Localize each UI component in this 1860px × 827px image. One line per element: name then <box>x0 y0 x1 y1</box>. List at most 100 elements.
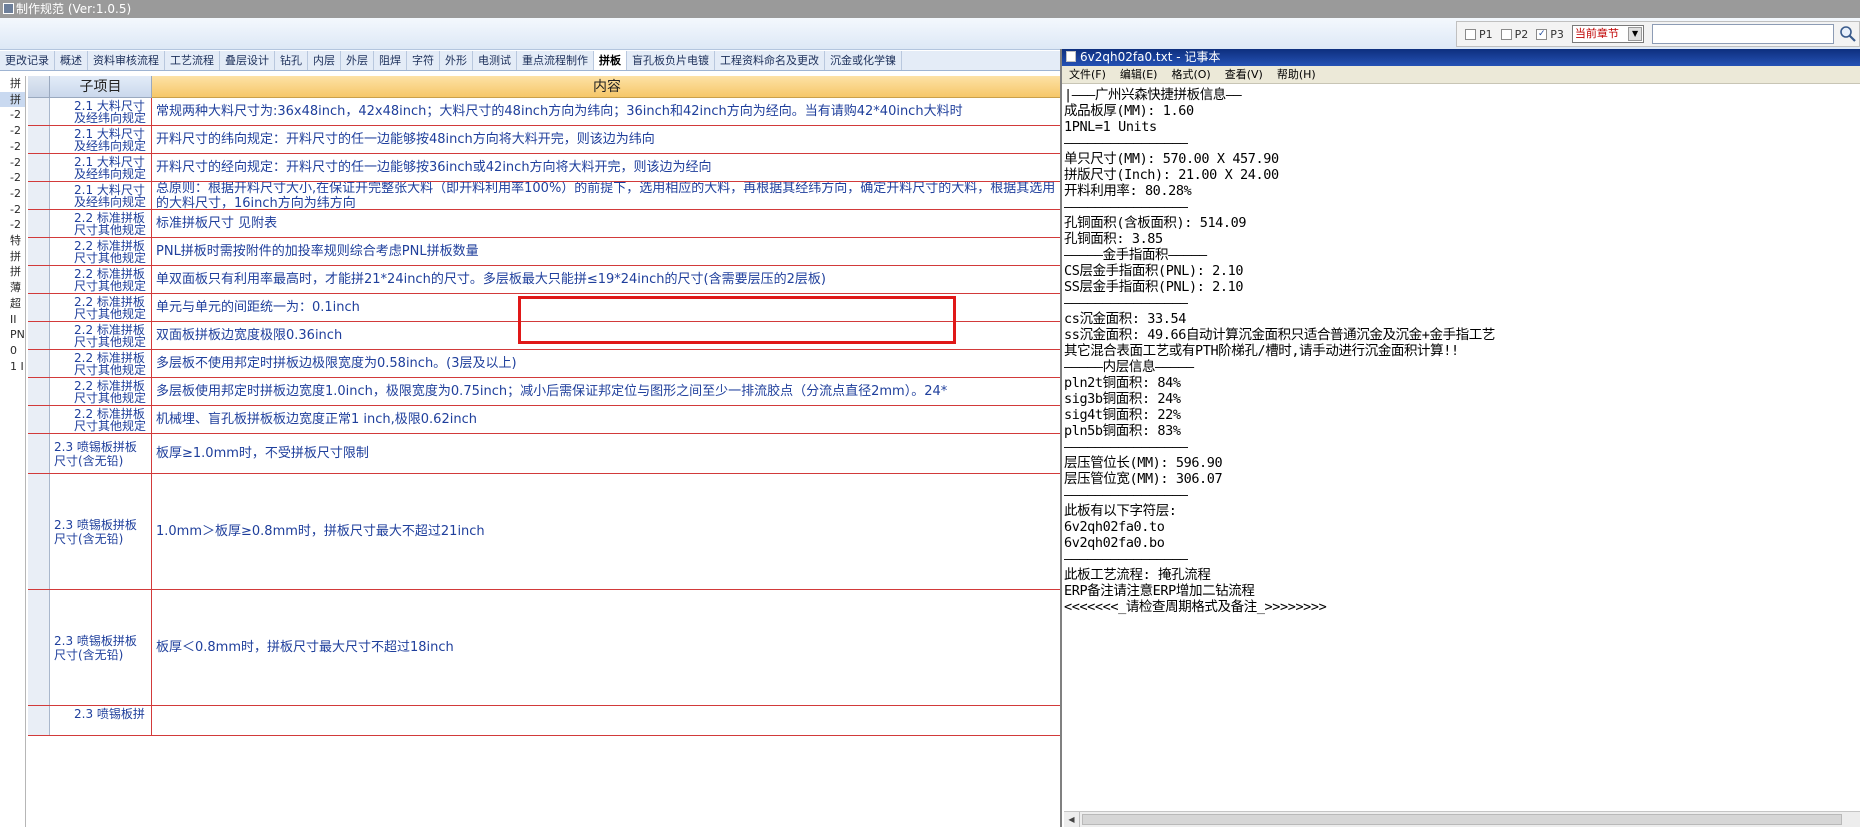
cell-content[interactable]: 总原则：根据开料尺寸大小,在保证开完整张大料（即开料利用率100%）的前提下，选… <box>152 182 1062 209</box>
cell-content[interactable]: 机械埋、盲孔板拼板板边宽度正常1 inch,极限0.62inch <box>152 406 1062 433</box>
tab-item[interactable]: 拼板 <box>594 51 627 70</box>
cell-content[interactable]: 标准拼板尺寸 见附表 <box>152 210 1062 237</box>
cell-sub-item[interactable]: 2.3 喷锡板拼板尺寸(含无铅) <box>50 590 152 705</box>
cell-content[interactable]: 板厚＜0.8mm时，拼板尺寸最大尺寸不超过18inch <box>152 590 1062 705</box>
search-input[interactable] <box>1652 24 1834 44</box>
table-row[interactable]: 2.3 喷锡板拼 <box>28 706 1062 736</box>
cell-sub-item[interactable]: 2.2 标准拼板尺寸其他规定 <box>50 238 152 265</box>
tree-item[interactable]: -2 <box>0 107 25 123</box>
table-row[interactable]: 2.3 喷锡板拼板尺寸(含无铅) 板厚＜0.8mm时，拼板尺寸最大尺寸不超过18i… <box>28 590 1062 706</box>
cell-content[interactable]: 单双面板只有利用率最高时，才能拼21*24inch的尺寸。多层板最大只能拼≤19… <box>152 266 1062 293</box>
table-row[interactable]: 2.2 标准拼板尺寸其他规定 单双面板只有利用率最高时，才能拼21*24inch的… <box>28 266 1062 294</box>
table-row[interactable]: 2.3 喷锡板拼板尺寸(含无铅) 1.0mm＞板厚≥0.8mm时，拼板尺寸最大不超… <box>28 474 1062 590</box>
tab-item[interactable]: 外层 <box>341 51 374 70</box>
page-checkbox-p2[interactable]: P2 <box>1500 28 1528 41</box>
notepad-menu-item[interactable]: 查看(V) <box>1218 66 1270 83</box>
row-header[interactable] <box>28 210 50 237</box>
page-checkbox-p1[interactable]: P1 <box>1465 28 1493 41</box>
row-header[interactable] <box>28 590 50 705</box>
search-button[interactable] <box>1838 23 1859 45</box>
cell-sub-item[interactable]: 2.2 标准拼板尺寸其他规定 <box>50 266 152 293</box>
tab-item[interactable]: 盲孔板负片电镀 <box>627 51 715 70</box>
checkbox-box[interactable]: ✓ <box>1536 28 1548 40</box>
tab-item[interactable]: 更改记录 <box>0 51 55 70</box>
table-row[interactable]: 2.1 大料尺寸及经纬向规定 常规两种大料尺寸为:36x48inch，42x48i… <box>28 98 1062 126</box>
cell-sub-item[interactable]: 2.2 标准拼板尺寸其他规定 <box>50 322 152 349</box>
notepad-menu-item[interactable]: 文件(F) <box>1062 66 1113 83</box>
scroll-left-icon[interactable]: ◀ <box>1064 812 1080 827</box>
row-header[interactable] <box>28 182 50 209</box>
tab-item[interactable]: 工艺流程 <box>165 51 220 70</box>
tree-item[interactable]: 拼 <box>0 91 25 108</box>
cell-sub-item[interactable]: 2.3 喷锡板拼 <box>50 706 152 735</box>
tree-item[interactable]: -2 <box>0 170 25 186</box>
page-checkbox-p3[interactable]: ✓ P3 <box>1536 28 1564 41</box>
row-header[interactable] <box>28 322 50 349</box>
cell-sub-item[interactable]: 2.2 标准拼板尺寸其他规定 <box>50 378 152 405</box>
tree-item[interactable]: 特 <box>0 233 25 249</box>
tab-item[interactable]: 电测试 <box>473 51 517 70</box>
tree-item[interactable]: -2 <box>0 123 25 139</box>
checkbox-box[interactable] <box>1465 28 1476 40</box>
column-header-sub[interactable]: 子项目 <box>50 76 152 98</box>
cell-content[interactable]: PNL拼板时需按附件的加投率规则综合考虑PNL拼板数量 <box>152 238 1062 265</box>
cell-sub-item[interactable]: 2.1 大料尺寸及经纬向规定 <box>50 182 152 209</box>
cell-sub-item[interactable]: 2.1 大料尺寸及经纬向规定 <box>50 126 152 153</box>
tree-item[interactable]: 拼 <box>0 264 25 280</box>
table-row[interactable]: 2.1 大料尺寸及经纬向规定 开料尺寸的经向规定：开料尺寸的任一边能够按36inc… <box>28 154 1062 182</box>
column-header-content[interactable]: 内容 <box>152 76 1062 98</box>
row-header[interactable] <box>28 238 50 265</box>
row-header[interactable] <box>28 126 50 153</box>
table-row[interactable]: 2.3 喷锡板拼板尺寸(含无铅) 板厚≥1.0mm时，不受拼板尺寸限制 <box>28 434 1062 474</box>
row-header[interactable] <box>28 98 50 125</box>
tree-item[interactable]: 1 I <box>0 359 25 375</box>
tab-item[interactable]: 钻孔 <box>275 51 308 70</box>
table-row[interactable]: 2.1 大料尺寸及经纬向规定 总原则：根据开料尺寸大小,在保证开完整张大料（即开料… <box>28 182 1062 210</box>
row-header[interactable] <box>28 294 50 321</box>
cell-sub-item[interactable]: 2.3 喷锡板拼板尺寸(含无铅) <box>50 434 152 473</box>
notepad-menu-item[interactable]: 编辑(E) <box>1113 66 1165 83</box>
notepad-menu-item[interactable]: 帮助(H) <box>1270 66 1323 83</box>
row-header[interactable] <box>28 434 50 473</box>
cell-sub-item[interactable]: 2.2 标准拼板尺寸其他规定 <box>50 210 152 237</box>
row-header[interactable] <box>28 474 50 589</box>
checkbox-box[interactable] <box>1500 28 1512 40</box>
cell-sub-item[interactable]: 2.3 喷锡板拼板尺寸(含无铅) <box>50 474 152 589</box>
tab-item[interactable]: 工程资料命名及更改 <box>715 51 825 70</box>
tree-item[interactable]: 拼 <box>0 249 25 265</box>
table-row[interactable]: 2.2 标准拼板尺寸其他规定 多层板不使用邦定时拼板边极限宽度为0.58inch。… <box>28 350 1062 378</box>
tree-item[interactable]: 超 <box>0 296 25 312</box>
row-header[interactable] <box>28 154 50 181</box>
table-row[interactable]: 2.2 标准拼板尺寸其他规定 标准拼板尺寸 见附表 <box>28 210 1062 238</box>
tree-item[interactable]: 薄 <box>0 280 25 296</box>
table-row[interactable]: 2.2 标准拼板尺寸其他规定 PNL拼板时需按附件的加投率规则综合考虑PNL拼板数… <box>28 238 1062 266</box>
row-header[interactable] <box>28 406 50 433</box>
notepad-text-area[interactable]: |———广州兴森快捷拼板信息—— 成品板厚(MM): 1.60 1PNL=1 Uni… <box>1064 87 1854 799</box>
scrollbar-thumb[interactable] <box>1082 814 1842 825</box>
tree-item[interactable]: 拼 <box>0 76 25 92</box>
tab-item[interactable]: 外形 <box>440 51 473 70</box>
cell-content[interactable]: 开料尺寸的经向规定：开料尺寸的任一边能够按36inch或42inch方向将大料开… <box>152 154 1062 181</box>
horizontal-scrollbar[interactable]: ◀ <box>1064 811 1860 827</box>
tree-item[interactable]: II <box>0 312 25 328</box>
row-header[interactable] <box>28 266 50 293</box>
cell-content[interactable]: 多层板不使用邦定时拼板边极限宽度为0.58inch。(3层及以上) <box>152 350 1062 377</box>
tree-item[interactable]: 0 <box>0 343 25 359</box>
row-header[interactable] <box>28 350 50 377</box>
cell-sub-item[interactable]: 2.1 大料尺寸及经纬向规定 <box>50 98 152 125</box>
chapter-select[interactable]: 当前章节 ▼ <box>1571 25 1645 43</box>
tree-item[interactable]: -2 <box>0 186 25 202</box>
tab-item[interactable]: 字符 <box>407 51 440 70</box>
cell-sub-item[interactable]: 2.1 大料尺寸及经纬向规定 <box>50 154 152 181</box>
tab-item[interactable]: 重点流程制作 <box>517 51 594 70</box>
tab-item[interactable]: 概述 <box>55 51 88 70</box>
cell-content[interactable]: 1.0mm＞板厚≥0.8mm时，拼板尺寸最大不超过21inch <box>152 474 1062 589</box>
tab-item[interactable]: 沉金或化学镍 <box>825 51 902 70</box>
cell-content[interactable]: 多层板使用邦定时拼板边宽度1.0inch，极限宽度为0.75inch；减小后需保… <box>152 378 1062 405</box>
tree-item[interactable]: -2 <box>0 217 25 233</box>
row-header[interactable] <box>28 378 50 405</box>
cell-content[interactable]: 开料尺寸的纬向规定：开料尺寸的任一边能够按48inch方向将大料开完，则该边为纬… <box>152 126 1062 153</box>
tab-item[interactable]: 阻焊 <box>374 51 407 70</box>
notepad-menu-item[interactable]: 格式(O) <box>1164 66 1217 83</box>
tab-item[interactable]: 内层 <box>308 51 341 70</box>
